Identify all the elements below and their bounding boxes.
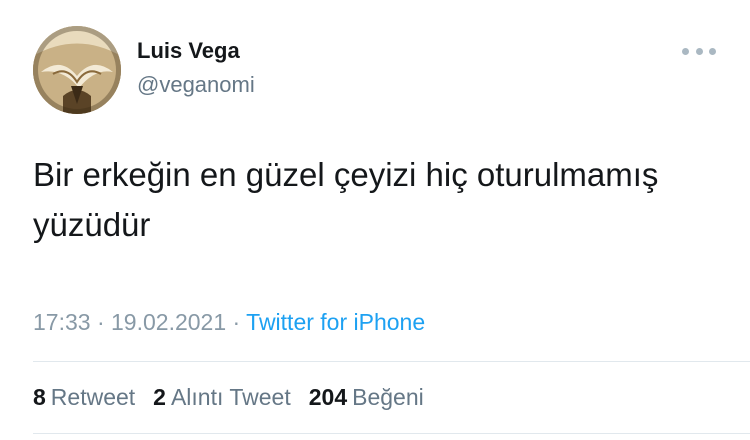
dot <box>709 47 716 55</box>
tweet-text: Bir erkeğin en güzel çeyizi hiç oturulma… <box>33 150 723 249</box>
tweet-meta: 17:33 · 19.02.2021 · Twitter for iPhone <box>33 309 425 336</box>
tweet-source-link[interactable]: Twitter for iPhone <box>246 309 425 335</box>
tweet-text-line: Bir erkeğin en güzel çeyizi hiç oturulma… <box>33 156 659 193</box>
engagement-stats: 8 Retweet 2 Alıntı Tweet 204 Beğeni <box>33 384 442 411</box>
meta-separator: · <box>90 309 112 335</box>
dot <box>695 47 703 55</box>
tweet-date[interactable]: 19.02.2021 <box>111 309 226 335</box>
retweet-count[interactable]: 8 Retweet <box>33 384 135 411</box>
avatar[interactable] <box>33 26 121 114</box>
like-label: Beğeni <box>352 384 424 410</box>
dot <box>682 47 689 55</box>
more-dots-icon[interactable] <box>682 44 716 58</box>
user-handle[interactable]: @veganomi <box>137 72 255 98</box>
avatar-image <box>33 26 121 114</box>
tweet-text-line: yüzüdür <box>33 205 151 243</box>
like-number: 204 <box>308 384 348 410</box>
tweet-time[interactable]: 17:33 <box>33 309 91 335</box>
tweet-card: Luis Vega @veganomi Bir erkeğin en güzel… <box>0 0 750 440</box>
retweet-number: 8 <box>33 384 46 410</box>
divider <box>33 361 750 362</box>
meta-separator: · <box>226 309 247 335</box>
like-count[interactable]: 204 Beğeni <box>309 384 424 411</box>
divider <box>33 433 750 434</box>
quote-tweet-label: Alıntı Tweet <box>170 384 291 410</box>
display-name[interactable]: Luis Vega <box>137 38 240 64</box>
retweet-label: Retweet <box>50 384 136 410</box>
quote-tweet-number: 2 <box>153 384 166 410</box>
quote-tweet-count[interactable]: 2 Alıntı Tweet <box>153 384 291 411</box>
